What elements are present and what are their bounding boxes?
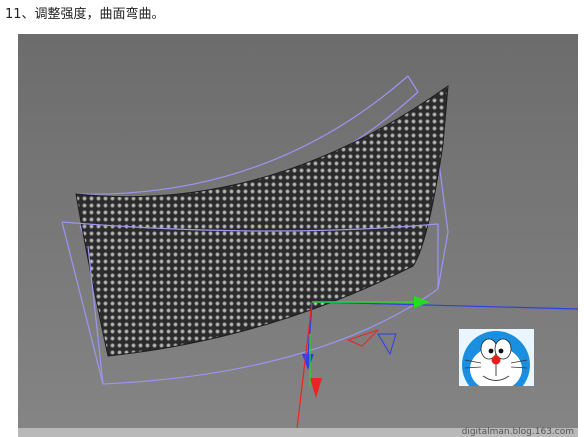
step-caption: 11、调整强度，曲面弯曲。 [5,7,165,22]
avatar [459,329,534,386]
doraemon-face-icon [459,329,534,386]
3d-viewport[interactable]: digitalman.blog.163.com [18,34,578,437]
viewport-status-bar: digitalman.blog.163.com [18,427,578,437]
axis-gizmo[interactable] [295,296,578,437]
curved-mesh-surface[interactable] [75,84,449,357]
watermark: digitalman.blog.163.com [461,427,574,437]
